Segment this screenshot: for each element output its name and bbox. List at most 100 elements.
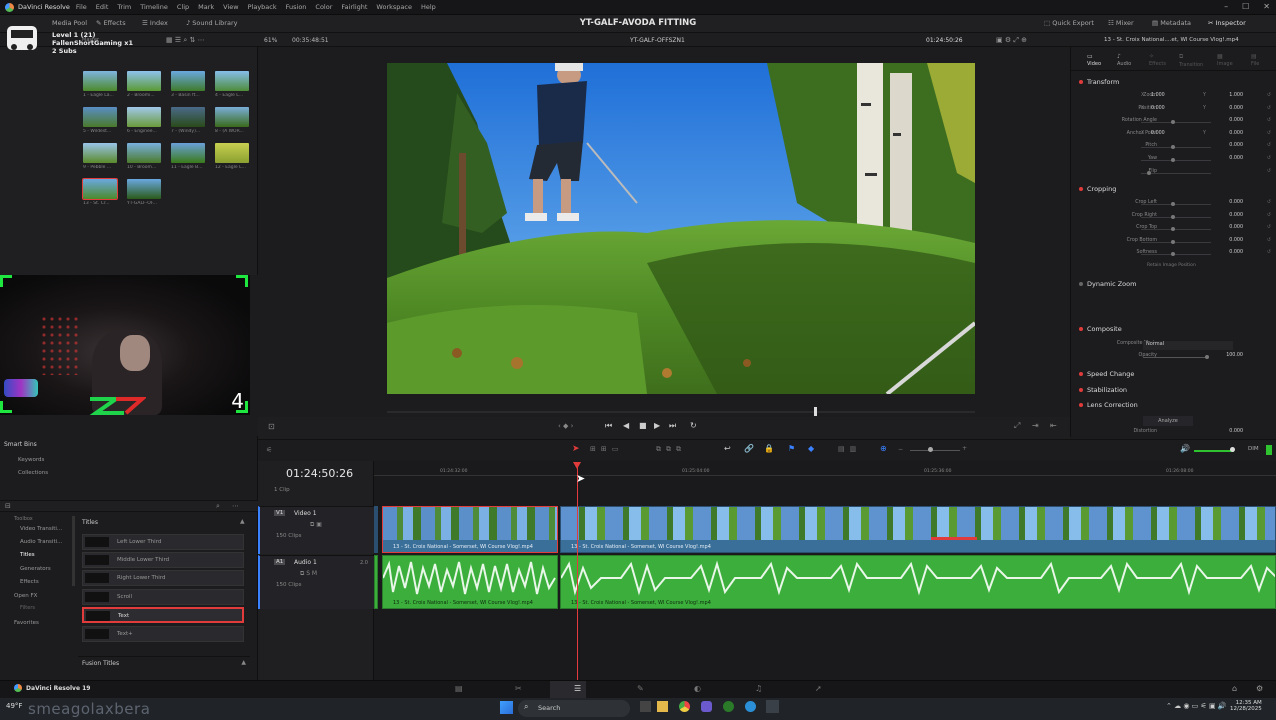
row-slider[interactable] <box>1141 204 1211 205</box>
more-options-icon[interactable]: ⋯ <box>232 502 239 510</box>
page-cut-icon[interactable]: ✂ <box>515 684 522 693</box>
section-speed-change[interactable]: Speed Change <box>1079 370 1134 378</box>
reset-icon[interactable]: ↺ <box>1267 106 1271 111</box>
slider-knob[interactable] <box>1171 239 1175 244</box>
clip-thumbnail[interactable] <box>171 143 205 163</box>
reset-icon[interactable]: ↺ <box>1267 200 1271 205</box>
edit-tools-icon[interactable]: ⊞⊞▭ <box>590 445 623 453</box>
lock-icon[interactable]: 🔒 <box>764 444 774 453</box>
slider-knob[interactable] <box>1171 252 1175 257</box>
grid-view-icon[interactable]: ▦ ☰ ⌕ ⇅ ⋯ <box>166 36 205 45</box>
settings-icon[interactable]: ⚙ <box>1256 684 1263 693</box>
track-v1-header[interactable]: V1 Video 1 ⧉ ▣ 150 Clips <box>258 506 374 554</box>
menu-file[interactable]: File <box>76 3 87 11</box>
menu-workspace[interactable]: Workspace <box>376 3 412 11</box>
tab-transition[interactable]: ⧉ Transition <box>1179 53 1203 68</box>
snapping-icon[interactable]: ↩ <box>724 444 731 453</box>
row-slider[interactable] <box>1141 254 1211 256</box>
category-generators[interactable]: Generators <box>20 566 51 572</box>
zoom-out-icon[interactable]: − <box>898 446 903 453</box>
clip-thumbnail[interactable] <box>215 107 249 127</box>
row-value[interactable]: 0.000 <box>1229 118 1243 123</box>
skip-end-icon[interactable]: ⏭ <box>669 421 676 431</box>
timeline-selector[interactable]: YT-GALF-OFFSZN1 <box>630 37 685 44</box>
slider-knob[interactable] <box>1171 202 1175 206</box>
menu-fusion[interactable]: Fusion <box>286 3 307 11</box>
category-filters[interactable]: Filters <box>20 605 35 611</box>
dim-button[interactable]: DIM <box>1248 446 1259 452</box>
insert-tools-icon[interactable]: ⧉⧉⧉ <box>656 445 686 454</box>
clip-thumbnail[interactable] <box>127 179 161 199</box>
video-clip-edge[interactable] <box>374 506 378 553</box>
title-scroll[interactable]: Scroll <box>82 589 244 605</box>
enabled-dot[interactable] <box>1079 403 1083 407</box>
clip-thumbnail[interactable] <box>83 143 117 163</box>
category-audio-transitions[interactable]: Audio Transiti... <box>20 539 62 545</box>
home-icon[interactable]: ⌂ <box>1232 684 1237 693</box>
inspector-button[interactable]: ✂ Inspector <box>1208 19 1246 27</box>
row-value[interactable]: 0.000 <box>1229 200 1243 205</box>
row-slider[interactable] <box>1141 216 1211 218</box>
search-icon[interactable]: ⌕ <box>216 502 220 511</box>
fullscreen-icon[interactable]: ⤢ <box>1014 421 1020 431</box>
zoom-knob[interactable] <box>928 447 933 452</box>
tab-file[interactable]: ▤ File <box>1251 53 1259 67</box>
slider-knob[interactable] <box>1147 170 1151 175</box>
y-value[interactable]: 0.000 <box>1229 106 1243 111</box>
row-slider[interactable] <box>1141 147 1211 149</box>
crop-icon[interactable]: ⊡ <box>268 422 275 431</box>
page-deliver-icon[interactable]: ➚ <box>815 684 822 693</box>
flag-icon[interactable]: ⚑ <box>788 444 795 453</box>
menu-help[interactable]: Help <box>421 3 436 11</box>
play-reverse-icon[interactable]: ◀ <box>623 421 629 430</box>
section-cropping[interactable]: Cropping <box>1079 185 1116 193</box>
resolve-taskbar-icon[interactable] <box>766 700 779 713</box>
slider-knob[interactable] <box>1171 145 1175 150</box>
taskbar-search-box[interactable]: ⌕ Search <box>518 700 630 717</box>
close-icon[interactable]: ✕ <box>1263 2 1270 11</box>
collapse-icon[interactable]: ▲ <box>240 518 245 525</box>
page-edit-icon[interactable]: ☰ <box>574 684 581 693</box>
category-scrollbar[interactable] <box>72 516 75 586</box>
x-value[interactable]: 1.000 <box>1151 93 1165 98</box>
panel-toggle-icon[interactable]: ⊟ <box>5 502 11 510</box>
zoom-icon[interactable]: ⊕ <box>880 444 887 453</box>
xbox-icon[interactable] <box>723 701 734 712</box>
menu-playback[interactable]: Playback <box>248 3 277 11</box>
zoom-mode-icon[interactable]: ▤▥ <box>838 445 861 453</box>
enabled-dot[interactable] <box>1079 282 1083 286</box>
category-effects[interactable]: Effects <box>20 579 39 585</box>
clip-thumbnail[interactable] <box>83 107 117 127</box>
enabled-dot[interactable] <box>1079 80 1083 84</box>
reset-icon[interactable]: ↺ <box>1267 213 1271 218</box>
tray-icons[interactable]: ⌃ ☁ ◉ ▭ ⚟ ▣ 🔊 <box>1166 702 1227 710</box>
clip-thumbnail[interactable] <box>171 71 205 91</box>
video-clip-2[interactable]: 13 - St. Croix National - Somerset, WI C… <box>560 506 1276 553</box>
windows-start-icon[interactable] <box>500 701 513 714</box>
linked-selection-icon[interactable]: 🔗 <box>744 444 754 453</box>
clip-thumbnail[interactable] <box>83 71 117 91</box>
opacity-knob[interactable] <box>1205 355 1209 359</box>
row-slider[interactable] <box>1141 241 1211 243</box>
clip-thumbnail[interactable] <box>127 143 161 163</box>
category-titles[interactable]: Titles <box>20 552 35 558</box>
clip-thumbnail[interactable] <box>127 71 161 91</box>
category-open-fx[interactable]: Open FX <box>14 593 37 599</box>
file-explorer-icon[interactable] <box>657 701 668 712</box>
audio-clip-1[interactable]: 13 - St. Croix National - Somerset, WI C… <box>382 555 558 609</box>
clip-thumbnail[interactable] <box>215 143 249 163</box>
metadata-button[interactable]: ▤ Metadata <box>1152 19 1191 27</box>
opacity-value[interactable]: 100.00 <box>1226 353 1243 358</box>
weather-widget[interactable]: 49°F <box>6 702 22 710</box>
reset-icon[interactable]: ↺ <box>1267 143 1271 148</box>
row-value[interactable]: 0.000 <box>1229 238 1243 243</box>
menu-timeline[interactable]: Timeline <box>140 3 168 11</box>
x-value[interactable]: 0.000 <box>1151 106 1165 111</box>
menu-view[interactable]: View <box>223 3 238 11</box>
enabled-dot[interactable] <box>1079 372 1083 376</box>
clock[interactable]: 12:35 AM 12/28/2025 <box>1230 700 1262 712</box>
track-v1-controls-icon[interactable]: ⧉ ▣ <box>310 521 322 529</box>
keywords-bin[interactable]: Keywords <box>18 457 44 463</box>
category-favorites[interactable]: Favorites <box>14 620 39 626</box>
slider-knob[interactable] <box>1171 214 1175 219</box>
